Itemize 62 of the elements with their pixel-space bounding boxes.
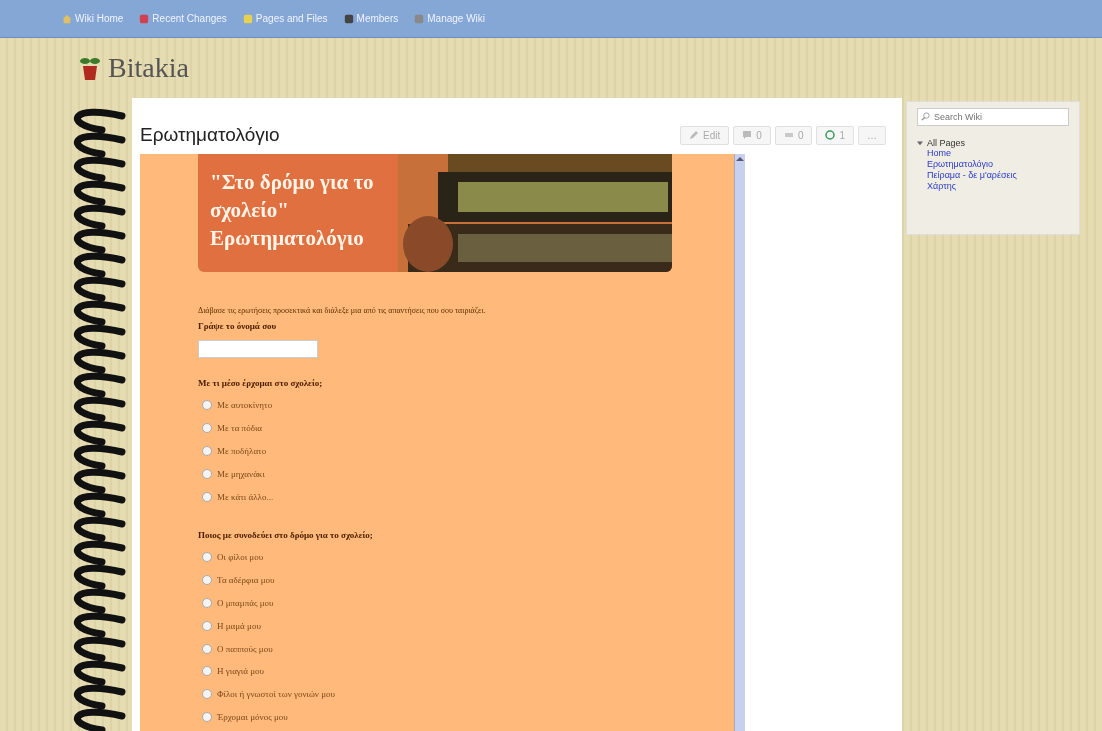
scroll-up-icon[interactable] [736,157,744,161]
option-label: Φίλοι ή γνωστοί των γονιών μου [217,689,335,700]
radio-option[interactable]: Έρχομαι μόνος μου [198,705,734,729]
option-label: Ο μπαμπάς μου [217,597,274,608]
radio-option[interactable]: Με κάτι άλλο... [198,485,734,508]
home-icon [62,13,72,24]
radio-button[interactable] [202,400,212,411]
question-title: Ποιος με συνοδεύει στο δρόμο για το σχολείο; [198,530,374,540]
option-label: Έρχομαι μόνος μου [217,711,288,722]
radio-button[interactable] [202,575,212,586]
radio-option[interactable]: Τα αδέρφια μου [198,568,734,592]
comment-icon [742,130,753,140]
option-label: Ο παππούς μου [217,643,273,654]
page-link[interactable]: Χάρτης [917,181,1069,192]
scrollbar[interactable] [734,154,745,731]
radio-button[interactable] [202,597,212,608]
site-title[interactable]: Bitakia [108,52,189,84]
search-icon [921,112,930,121]
page-link[interactable]: Πείραμα - δε μ'αρέσεις [917,170,1069,181]
radio-button[interactable] [202,643,212,654]
radio-button[interactable] [202,552,212,563]
radio-option[interactable]: Με αυτοκίνητο [198,394,734,417]
radio-button[interactable] [202,666,212,677]
option-label: Οι φίλοι μου [217,552,264,563]
banner-title: "Στο δρόμο για το σχολείο" Ερωτηματολόγιο [210,169,375,252]
radio-option[interactable]: Ο μπαμπάς μου [198,591,734,615]
pencil-icon [689,130,700,140]
radio-button[interactable] [202,446,212,456]
option-label: Με ποδήλατο [217,446,267,456]
page-link[interactable]: Ερωτηματολόγιο [917,159,1069,170]
radio-option[interactable]: Ο παππούς μου [198,637,734,660]
radio-button[interactable] [202,689,212,700]
radio-button[interactable] [202,711,212,722]
option-label: Η γιαγιά μου [217,666,264,677]
radio-option[interactable]: Φίλοι ή γνωστοί των γονιών μου [198,682,734,706]
intro-text: Διάβασε τις ερωτήσεις προσεκτικά και διάλεξε μια από τις απαντήσεις που σου ταιριάζει. [198,306,487,315]
option-label: Με κάτι άλλο... [217,491,274,502]
plant-pot-icon [80,55,100,81]
radio-button[interactable] [202,620,212,631]
option-label: Τα αδέρφια μου [217,575,275,586]
radio-button[interactable] [202,468,212,479]
search-field[interactable]: Search Wiki [917,108,1069,126]
option-label: Με μηχανάκι [217,468,265,479]
history-icon [825,130,836,140]
name-field[interactable] [198,340,318,358]
radio-option[interactable]: Η γιαγιά μου [198,659,734,683]
radio-option[interactable]: Με ποδήλατο [198,439,734,463]
radio-option[interactable]: Με τα πόδια [198,416,734,440]
question-title: Με τι μέσο έρχομαι στο σχολείο; [198,378,324,388]
field-label: Γράψε το όνομά σου [198,321,278,331]
radio-button[interactable] [202,491,212,502]
radio-option[interactable]: Οι φίλοι μου [198,546,734,569]
option-label: Η μαμά μου [217,620,261,631]
page-title: Ερωτηματολόγιο [140,124,280,146]
option-label: Με τα πόδια [217,423,263,434]
expand-arrow-icon[interactable] [917,140,923,146]
radio-button[interactable] [202,423,212,434]
radio-option[interactable]: Η μαμά μου [198,614,734,638]
radio-option[interactable]: Με μηχανάκι [198,462,734,486]
option-label: Με αυτοκίνητο [217,400,273,411]
tree-label[interactable]: All Pages [927,138,966,148]
page-link[interactable]: Home [917,148,1069,159]
